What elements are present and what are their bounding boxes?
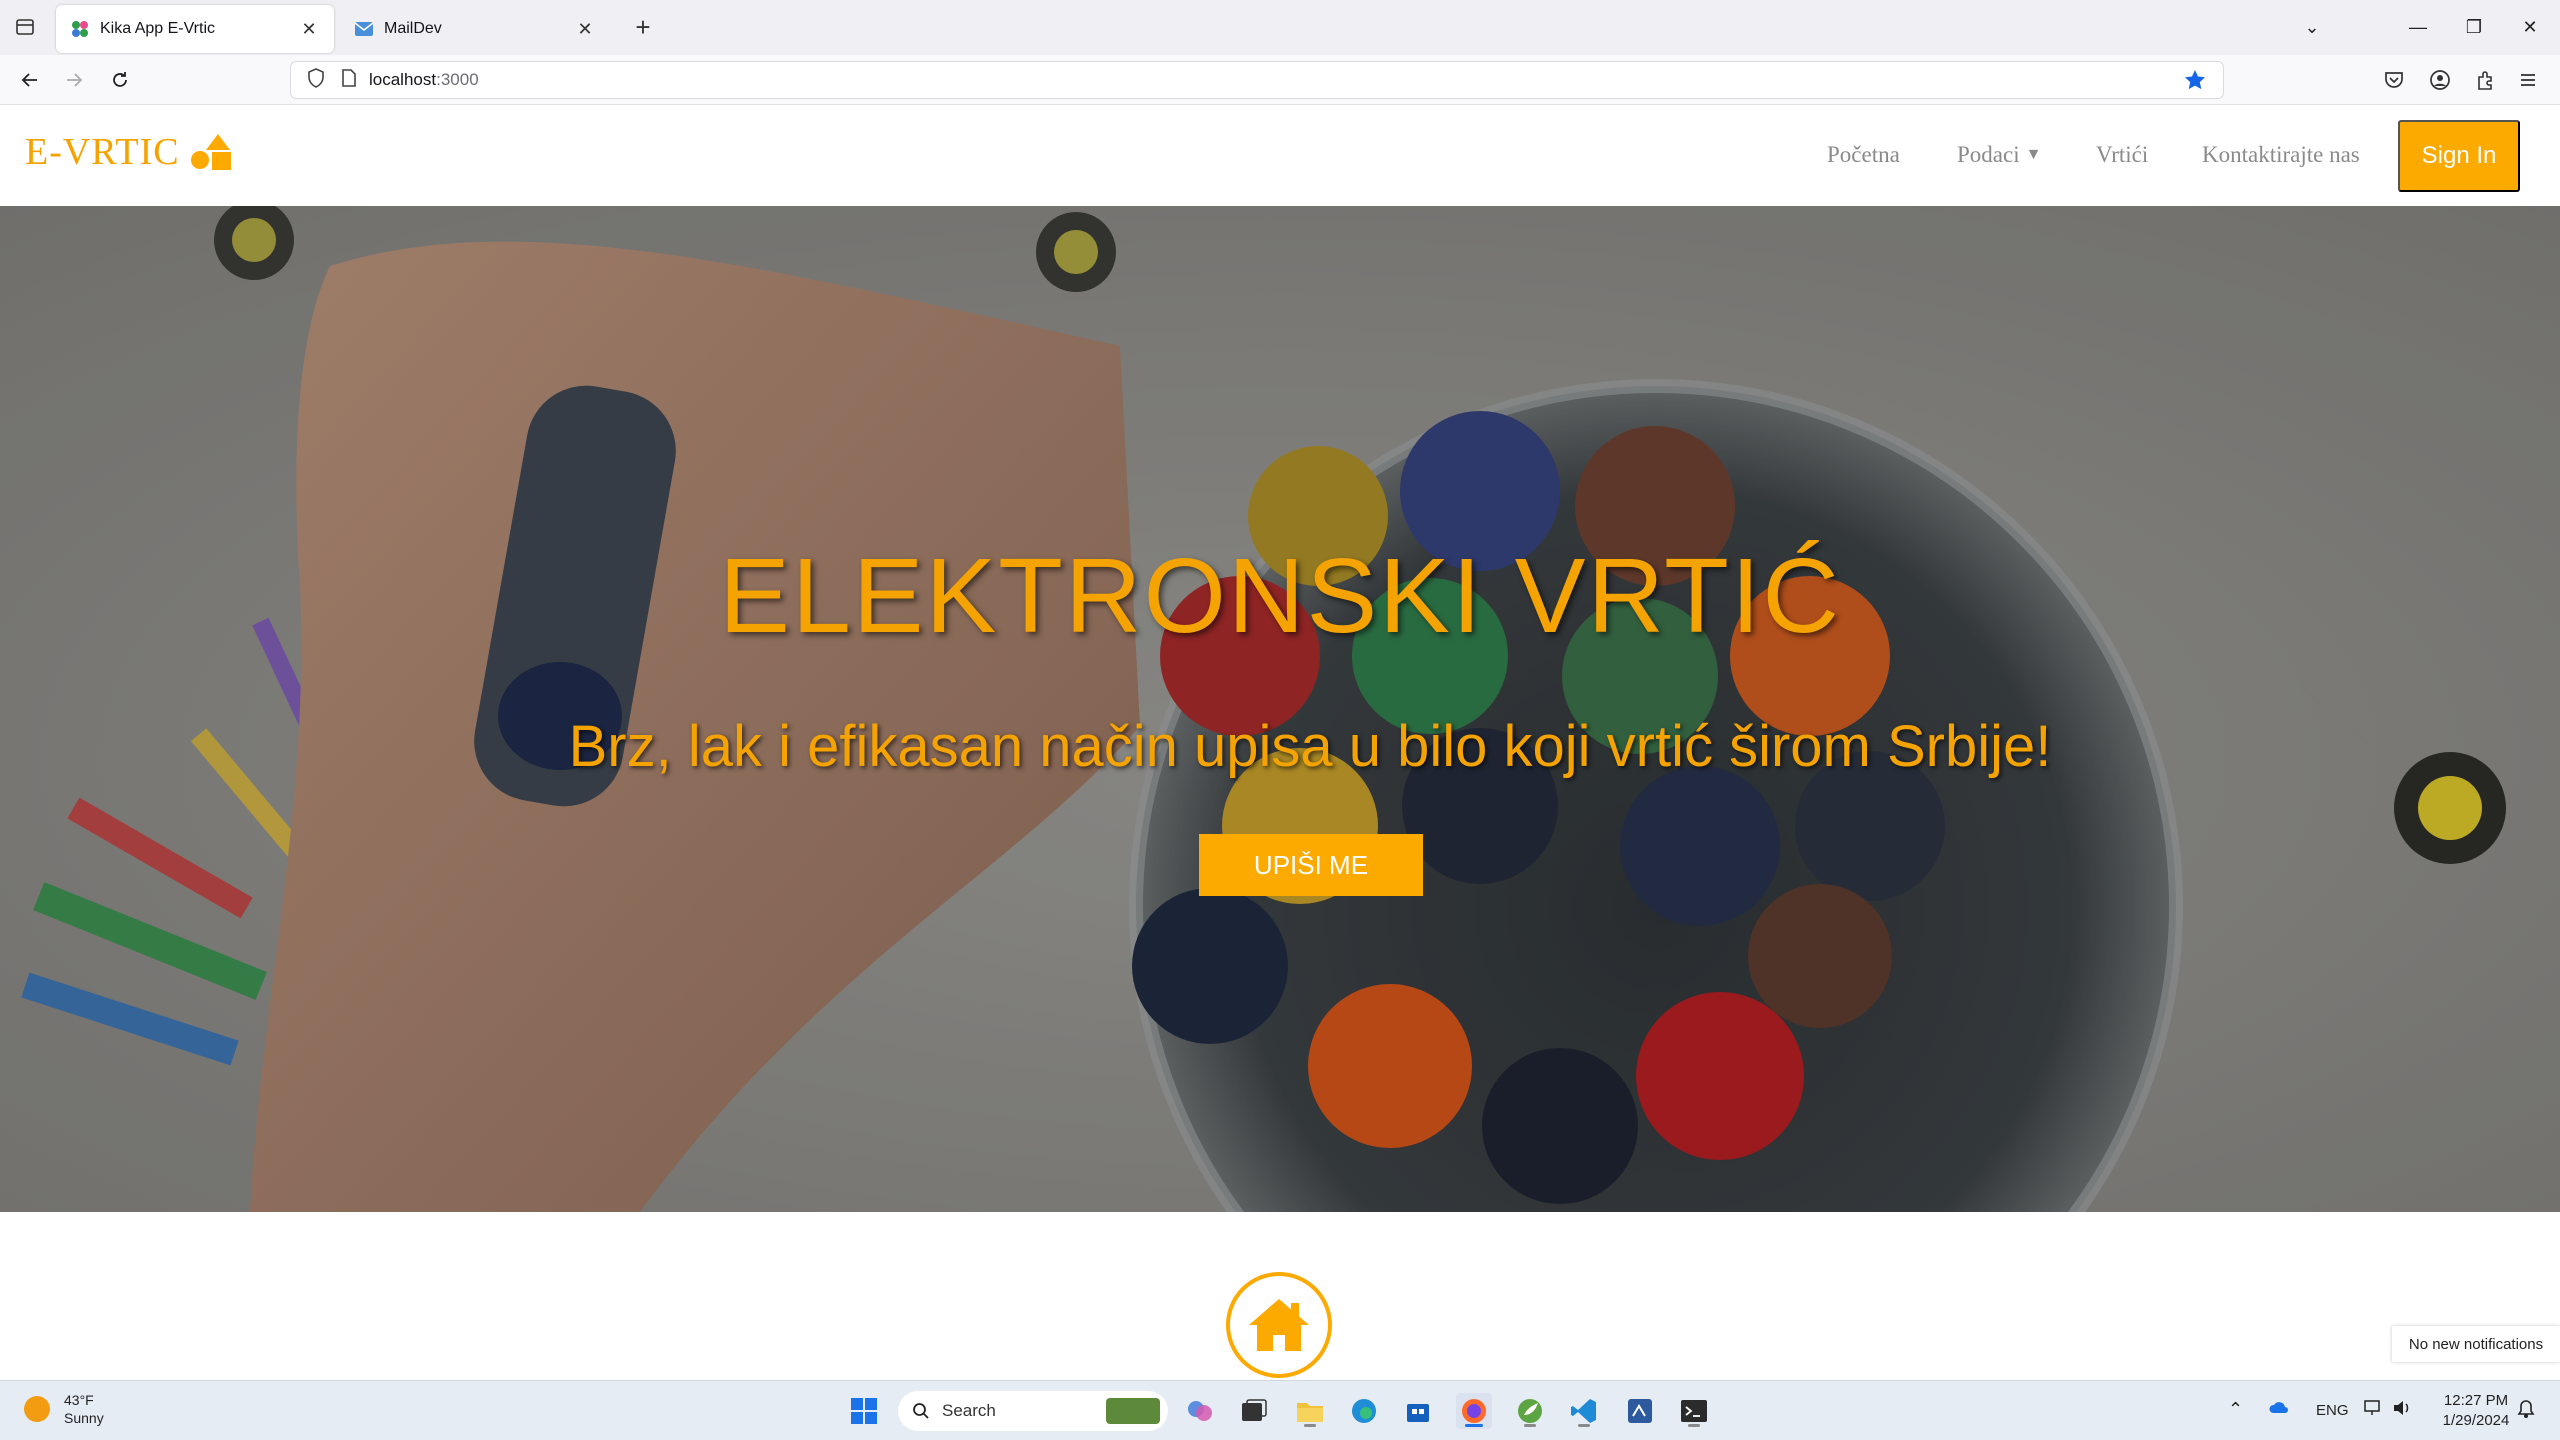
minimize-icon[interactable]: —	[2398, 10, 2438, 44]
hero-section: ELEKTRONSKI VRTIĆ Brz, lak i efikasan na…	[0, 206, 2560, 1212]
reload-icon[interactable]	[104, 64, 136, 96]
network-icon[interactable]	[2364, 1399, 2384, 1421]
weather-desc: Sunny	[64, 1410, 104, 1426]
nav-data-label: Podaci	[1957, 142, 2020, 167]
search-icon	[913, 1403, 929, 1419]
bookmark-star-icon[interactable]	[2183, 68, 2209, 94]
store-icon[interactable]	[1400, 1393, 1436, 1429]
nav-contact[interactable]: Kontaktirajte nas	[2202, 142, 2360, 168]
browser-tab-bar: Kika App E-Vrtic ✕ MailDev ✕ + ⌄ — ❐ ✕	[0, 0, 2560, 55]
enroll-button[interactable]: UPIŠI ME	[1199, 834, 1423, 896]
kika-favicon-icon	[70, 19, 90, 39]
site-logo[interactable]: E-VRTIC	[25, 130, 234, 174]
windows-taskbar: 43°F Sunny Search ⌃ ENG 12:27 PM 1/29/20…	[0, 1380, 2560, 1440]
edge-icon[interactable]	[1346, 1393, 1382, 1429]
task-view-icon[interactable]	[1236, 1393, 1272, 1429]
crayons-jar-photo	[0, 206, 2560, 1212]
copilot-icon[interactable]	[1182, 1393, 1218, 1429]
extensions-icon[interactable]	[2472, 66, 2500, 94]
vscode-icon[interactable]	[1566, 1393, 1602, 1429]
taskbar-search-box[interactable]: Search	[898, 1391, 1168, 1431]
tab-title: MailDev	[384, 20, 442, 37]
menu-icon[interactable]	[2514, 66, 2542, 94]
back-icon[interactable]	[14, 64, 46, 96]
language-indicator[interactable]: ENG	[2316, 1402, 2349, 1419]
new-tab-icon[interactable]: +	[628, 13, 658, 43]
close-window-icon[interactable]: ✕	[2510, 10, 2550, 44]
logo-text: E-VRTIC	[25, 131, 180, 173]
restore-icon[interactable]: ❐	[2454, 10, 2494, 44]
address-bar[interactable]: localhost:3000	[290, 61, 2224, 99]
nav-kindergartens[interactable]: Vrtići	[2096, 142, 2148, 168]
shield-icon[interactable]	[307, 67, 325, 93]
file-explorer-icon[interactable]	[1292, 1393, 1328, 1429]
sign-in-button[interactable]: Sign In	[2398, 120, 2520, 192]
onedrive-icon[interactable]	[2268, 1399, 2290, 1421]
house-icon	[1249, 1299, 1309, 1351]
hero-title: ELEKTRONSKI VRTIĆ	[719, 537, 1841, 655]
caret-down-icon: ▼	[2025, 146, 2042, 163]
ide-icon[interactable]	[1622, 1393, 1658, 1429]
browser-nav-bar: localhost:3000	[0, 55, 2560, 105]
weather-temp: 43°F	[64, 1392, 94, 1408]
hero-subtitle: Brz, lak i efikasan način upisa u bilo k…	[568, 714, 2052, 779]
list-all-tabs-icon[interactable]: ⌄	[2292, 10, 2332, 44]
clock[interactable]: 12:27 PM 1/29/2024	[2440, 1391, 2512, 1431]
firefox-icon[interactable]	[1456, 1393, 1492, 1429]
tab-list-icon[interactable]	[12, 14, 38, 40]
notification-toast: No new notifications	[2392, 1326, 2560, 1362]
volume-icon[interactable]	[2392, 1399, 2412, 1421]
close-tab-icon[interactable]: ✕	[574, 18, 596, 40]
mail-favicon-icon	[354, 19, 374, 39]
windows-start-icon[interactable]	[846, 1393, 882, 1429]
home-feature-icon	[1226, 1272, 1332, 1378]
notification-bell-icon[interactable]	[2516, 1399, 2536, 1423]
tray-overflow-icon[interactable]: ⌃	[2228, 1399, 2243, 1420]
tab-kika-app[interactable]: Kika App E-Vrtic ✕	[56, 5, 334, 53]
search-placeholder: Search	[942, 1401, 996, 1420]
terminal-icon[interactable]	[1676, 1393, 1712, 1429]
clock-time: 12:27 PM	[2443, 1392, 2509, 1409]
search-highlight-icon	[1106, 1398, 1160, 1424]
forward-icon[interactable]	[58, 64, 90, 96]
close-tab-icon[interactable]: ✕	[298, 18, 320, 40]
weather-widget[interactable]: 43°F Sunny	[24, 1391, 104, 1427]
url-text: localhost:3000	[369, 70, 479, 89]
nav-home[interactable]: Početna	[1827, 142, 1900, 168]
page-info-icon[interactable]	[341, 68, 357, 92]
site-header: E-VRTIC Početna Podaci ▼ Vrtići Kontakti…	[0, 106, 2560, 206]
pocket-icon[interactable]	[2380, 66, 2408, 94]
nav-data-dropdown[interactable]: Podaci ▼	[1957, 142, 2041, 168]
tab-maildev[interactable]: MailDev ✕	[340, 5, 610, 53]
spring-tool-icon[interactable]	[1512, 1393, 1548, 1429]
shapes-logo-icon	[190, 134, 231, 170]
sun-icon	[24, 1396, 50, 1422]
account-icon[interactable]	[2426, 66, 2454, 94]
clock-date: 1/29/2024	[2442, 1412, 2510, 1429]
tab-title: Kika App E-Vrtic	[100, 20, 216, 37]
